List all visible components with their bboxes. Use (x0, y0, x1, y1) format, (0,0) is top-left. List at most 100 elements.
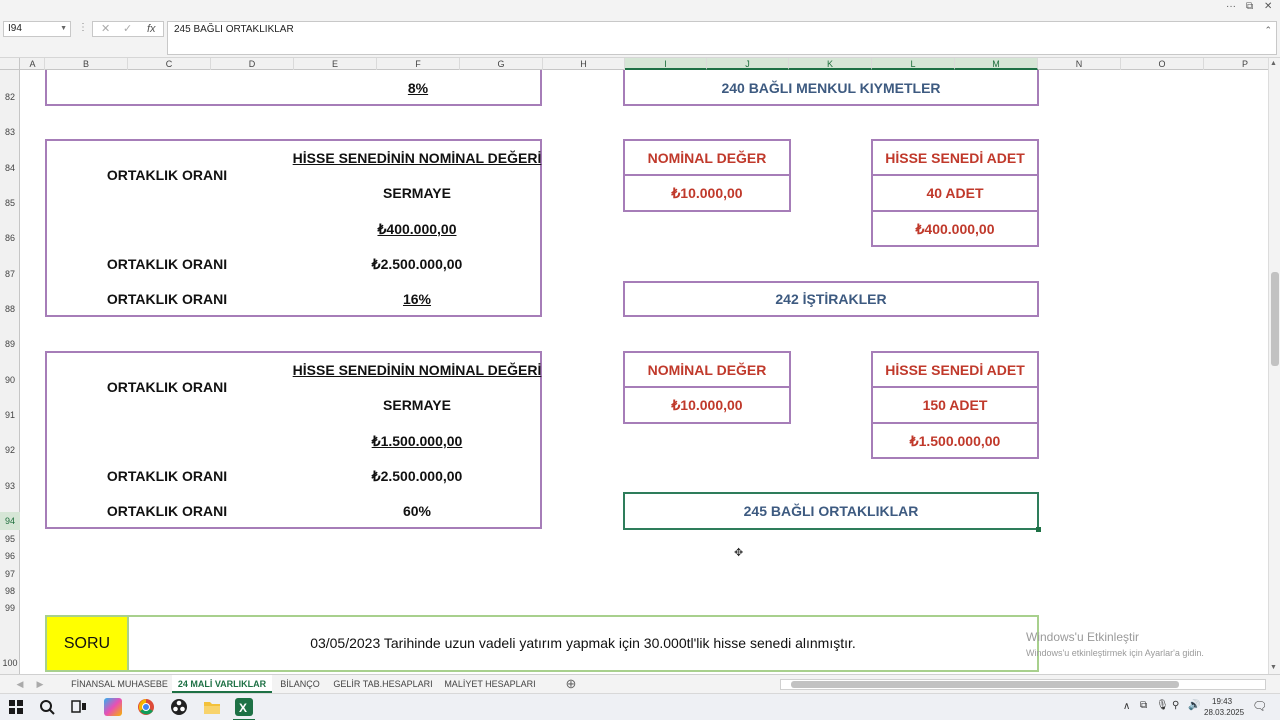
tray-app-icon[interactable]: ⧉ (1140, 700, 1147, 711)
tab-nav-next-icon[interactable]: ▶ (34, 675, 46, 693)
fill-handle[interactable] (1036, 527, 1041, 532)
row-header[interactable]: 100 (0, 658, 20, 668)
row-header[interactable]: 95 (0, 534, 20, 544)
col-header-f[interactable]: F (377, 58, 460, 70)
row-header[interactable]: 84 (0, 163, 20, 173)
col-header-o[interactable]: O (1121, 58, 1204, 70)
sermaye-label[interactable]: SERMAYE (383, 185, 451, 201)
col-header-b[interactable]: B (45, 58, 128, 70)
tray-overflow-icon[interactable]: ∧ (1123, 701, 1130, 712)
microphone-icon[interactable]: 🎙 (1156, 700, 1169, 711)
col-header-a[interactable]: A (21, 58, 45, 70)
chevron-up-icon[interactable]: ⌃ (1264, 23, 1272, 37)
sermaye-value[interactable]: ₺2.500.000,00 (372, 468, 463, 485)
row-header[interactable]: 93 (0, 481, 20, 491)
row-header[interactable]: 90 (0, 375, 20, 385)
hisse-total-value[interactable]: ₺400.000,00 (916, 221, 995, 238)
col-header-g[interactable]: G (460, 58, 543, 70)
copilot-icon[interactable] (104, 698, 122, 716)
hisse-adet-value[interactable]: 40 ADET (926, 185, 983, 201)
network-icon[interactable]: ⚲ (1172, 700, 1179, 711)
row-header[interactable]: 97 (0, 569, 20, 579)
row-header[interactable]: 87 (0, 269, 20, 279)
row-header-selected[interactable]: 94 (0, 512, 20, 530)
row-header[interactable]: 82 (0, 92, 20, 102)
tab-finansal-muhasebe[interactable]: FİNANSAL MUHASEBE (68, 675, 171, 693)
hisse-adet-header[interactable]: HİSSE SENEDİ ADET (885, 150, 1025, 166)
close-icon[interactable]: ✕ (1264, 0, 1272, 14)
ortaklik-orani-label[interactable]: ORTAKLIK ORANI (107, 256, 227, 272)
scroll-down-icon[interactable]: ▼ (1270, 664, 1277, 671)
nominal-deger-value[interactable]: ₺10.000,00 (671, 185, 742, 202)
sermaye-label[interactable]: SERMAYE (383, 397, 451, 413)
row-header[interactable]: 88 (0, 304, 20, 314)
scroll-thumb[interactable] (1271, 272, 1279, 366)
nominal-deger-value[interactable]: ₺10.000,00 (671, 397, 742, 414)
ortaklik-orani-label[interactable]: ORTAKLIK ORANI (107, 503, 227, 519)
col-header-n[interactable]: N (1038, 58, 1121, 70)
hisse-total-value[interactable]: ₺1.500.000,00 (910, 433, 1001, 450)
clock-time[interactable]: 19:43 (1212, 697, 1232, 706)
row-header[interactable]: 89 (0, 339, 20, 349)
select-all-corner[interactable] (0, 58, 20, 70)
insert-function-icon[interactable]: fx (147, 22, 156, 36)
row-header[interactable]: 91 (0, 410, 20, 420)
nominal-deger-header[interactable]: HİSSE SENEDİNİN NOMİNAL DEĞERİ (293, 362, 542, 378)
row-header[interactable]: 92 (0, 445, 20, 455)
vertical-scrollbar[interactable]: ▲ ▼ (1268, 58, 1280, 674)
row-header[interactable]: 96 (0, 551, 20, 561)
tab-bilanco[interactable]: BİLANÇO (273, 675, 327, 693)
more-options-icon[interactable]: ··· (1226, 0, 1236, 14)
col-header-l[interactable]: L (872, 58, 955, 70)
notification-icon[interactable]: 🗨 (1252, 699, 1267, 713)
ortaklik-orani-label[interactable]: ORTAKLIK ORANI (107, 167, 227, 183)
ortaklik-orani-value[interactable]: 16% (403, 291, 431, 307)
excel-icon[interactable]: X (235, 698, 253, 716)
tab-maliyet-hesaplari[interactable]: MALİYET HESAPLARI (440, 675, 540, 693)
sermaye-value[interactable]: ₺2.500.000,00 (372, 256, 463, 273)
row-header[interactable]: 86 (0, 233, 20, 243)
row-header[interactable]: 83 (0, 127, 20, 137)
tab-mali-varliklar[interactable]: 24 MALİ VARLIKLAR (172, 675, 272, 693)
nominal-deger-header[interactable]: NOMİNAL DEĞER (648, 362, 767, 378)
col-header-c[interactable]: C (128, 58, 211, 70)
row-header[interactable]: 85 (0, 198, 20, 208)
nominal-total-value[interactable]: ₺400.000,00 (378, 221, 457, 238)
task-view-icon[interactable] (70, 698, 88, 716)
col-header-d[interactable]: D (211, 58, 294, 70)
soru-label[interactable]: SORU (47, 617, 129, 670)
ortakliklar-title[interactable]: 245 BAĞLI ORTAKLIKLAR (744, 503, 919, 519)
col-header-e[interactable]: E (294, 58, 377, 70)
volume-icon[interactable]: 🔊 (1188, 700, 1200, 711)
col-header-i[interactable]: I (625, 58, 707, 70)
scroll-thumb[interactable] (791, 681, 1179, 688)
nominal-deger-header[interactable]: NOMİNAL DEĞER (648, 150, 767, 166)
windows-start-icon[interactable] (7, 698, 25, 716)
ortaklik-orani-label[interactable]: ORTAKLIK ORANI (107, 468, 227, 484)
cancel-icon[interactable]: ✕ (101, 22, 110, 36)
worksheet-grid[interactable]: 8% ORTAKLIK ORANI HİSSE SENEDİNİN NOMİNA… (21, 70, 1268, 674)
horizontal-scrollbar[interactable] (780, 679, 1266, 690)
soru-text[interactable]: 03/05/2023 Tarihinde uzun vadeli yatırım… (129, 617, 1037, 670)
row-header[interactable]: 99 (0, 603, 20, 613)
name-box[interactable]: I94 ▼ (3, 21, 71, 37)
drag-handle-icon[interactable]: ⋮ (78, 21, 88, 35)
row-header[interactable]: 98 (0, 586, 20, 596)
restore-icon[interactable]: ⧉ (1246, 0, 1253, 14)
col-header-j[interactable]: J (707, 58, 789, 70)
col-header-h[interactable]: H (543, 58, 625, 70)
scroll-up-icon[interactable]: ▲ (1270, 60, 1277, 67)
col-header-k[interactable]: K (789, 58, 872, 70)
hisse-adet-header[interactable]: HİSSE SENEDİ ADET (885, 362, 1025, 378)
col-header-m[interactable]: M (955, 58, 1038, 70)
pct-cell-top[interactable]: 8% (408, 80, 428, 96)
tab-gelir-tab-hesaplari[interactable]: GELİR TAB.HESAPLARI (330, 675, 436, 693)
obs-icon[interactable] (170, 698, 188, 716)
ortaklik-orani-value[interactable]: 60% (403, 503, 431, 519)
istirakler-title[interactable]: 242 İŞTİRAKLER (775, 291, 886, 307)
ortaklik-orani-label[interactable]: ORTAKLIK ORANI (107, 291, 227, 307)
search-icon[interactable] (38, 698, 56, 716)
formula-input[interactable]: 245 BAĞLI ORTAKLIKLAR ⌃ (167, 21, 1277, 55)
chrome-icon[interactable] (137, 698, 155, 716)
nominal-deger-header[interactable]: HİSSE SENEDİNİN NOMİNAL DEĞERİ (293, 150, 542, 166)
